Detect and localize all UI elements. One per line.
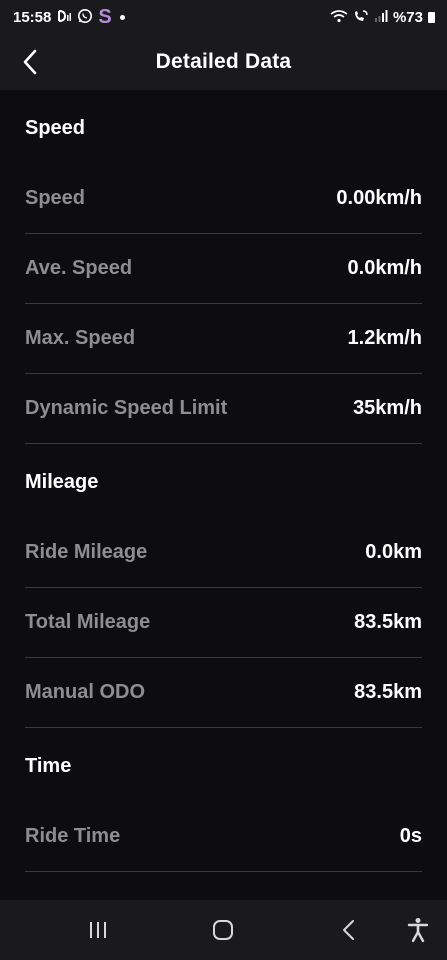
nav-recents-button[interactable] bbox=[82, 914, 114, 946]
back-icon bbox=[343, 920, 354, 940]
status-time: 15:58 bbox=[13, 8, 52, 26]
row-label: Total Mileage bbox=[25, 611, 151, 633]
nav-back-button[interactable] bbox=[333, 914, 365, 946]
row-label: Manual ODO bbox=[25, 681, 146, 703]
section-title-temperature: Temperature bbox=[0, 872, 447, 901]
accessibility-button[interactable] bbox=[402, 914, 434, 946]
list-item: Ave. Speed 0.0km/h bbox=[25, 234, 422, 304]
row-label: Ave. Speed bbox=[25, 257, 133, 279]
section-title-mileage: Mileage bbox=[25, 470, 99, 493]
accessibility-icon bbox=[407, 918, 429, 943]
list-item: Ride Time 0s bbox=[25, 802, 422, 872]
app-header: Detailed Data bbox=[0, 34, 447, 90]
status-left: 15:58 S bbox=[13, 7, 125, 27]
whatsapp-icon bbox=[77, 8, 93, 26]
list-item: Manual ODO 83.5km bbox=[25, 658, 422, 728]
row-value: 0.00km/h bbox=[336, 187, 422, 209]
list-item: Ride Mileage 0.0km bbox=[25, 518, 422, 588]
row-label: Max. Speed bbox=[25, 327, 136, 349]
row-value: 83.5km bbox=[354, 611, 422, 633]
status-right: %73 bbox=[330, 9, 435, 26]
app-logo-icon: S bbox=[98, 6, 112, 28]
list-item: Dynamic Speed Limit 35km/h bbox=[25, 374, 422, 444]
wifi-icon bbox=[330, 9, 348, 25]
row-value: 35km/h bbox=[353, 397, 422, 419]
row-value: 0.0km/h bbox=[347, 257, 422, 279]
nav-home-button[interactable] bbox=[207, 914, 239, 946]
row-value: 83.5km bbox=[354, 681, 422, 703]
list-item: Max. Speed 1.2km/h bbox=[25, 304, 422, 374]
back-button[interactable] bbox=[14, 46, 46, 78]
battery-percent: %73 bbox=[392, 8, 423, 26]
section-title-speed: Speed bbox=[25, 116, 86, 139]
home-icon bbox=[213, 920, 233, 940]
row-value: 1.2km/h bbox=[347, 327, 422, 349]
notification-dot-icon bbox=[119, 14, 125, 20]
list-item: Total Mileage 83.5km bbox=[25, 588, 422, 658]
chevron-left-icon bbox=[23, 49, 37, 75]
row-label: Dynamic Speed Limit bbox=[25, 397, 228, 419]
row-label: Speed bbox=[25, 187, 86, 209]
section-title-time: Time bbox=[25, 754, 72, 777]
system-nav-bar bbox=[0, 900, 447, 960]
row-label: Ride Mileage bbox=[25, 541, 148, 563]
status-bar: 15:58 S %73 bbox=[0, 0, 447, 34]
row-value: 0.0km bbox=[365, 541, 422, 563]
row-label: Ride Time bbox=[25, 825, 121, 847]
row-value: 0s bbox=[399, 825, 422, 847]
data-icon bbox=[56, 9, 72, 25]
battery-icon bbox=[428, 11, 435, 23]
call-wifi-icon bbox=[353, 9, 369, 25]
recent-apps-icon bbox=[90, 922, 106, 938]
detail-list[interactable]: Speed Speed 0.00km/h Ave. Speed 0.0km/h … bbox=[0, 90, 447, 900]
page-title: Detailed Data bbox=[155, 50, 292, 73]
signal-icon bbox=[374, 10, 388, 24]
list-item: Speed 0.00km/h bbox=[25, 164, 422, 234]
